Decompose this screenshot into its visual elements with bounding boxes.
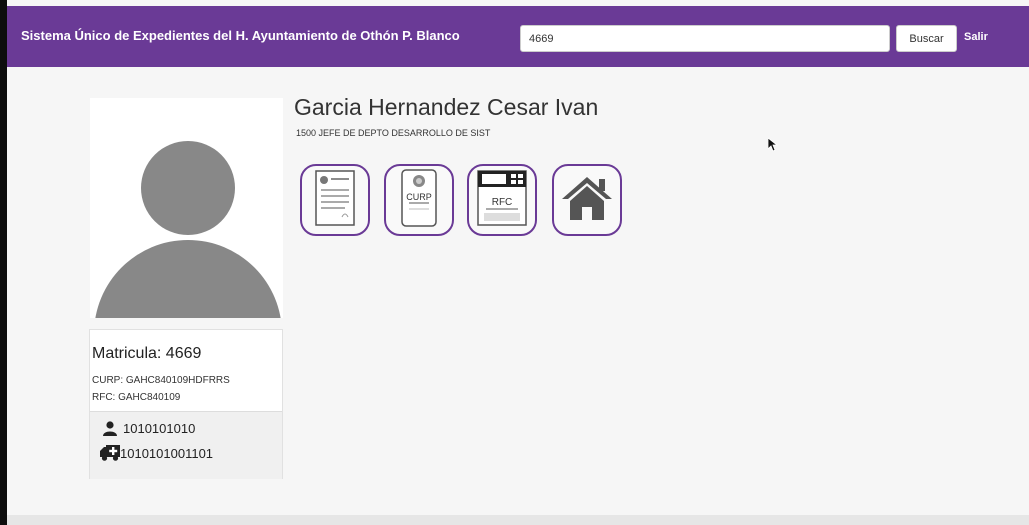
rfc-label: RFC: GAHC840109	[92, 392, 181, 403]
search-button[interactable]: Buscar	[896, 25, 957, 52]
search-input[interactable]	[520, 25, 890, 52]
rfc-card-text: RFC	[492, 197, 513, 208]
phone-row: 1010101010	[102, 421, 195, 436]
navbar: Sistema Único de Expedientes del H. Ayun…	[7, 6, 1029, 67]
house-icon	[560, 175, 614, 226]
profile-photo	[90, 98, 283, 318]
avatar-body	[94, 240, 282, 318]
curp-card-icon: CURP	[401, 168, 437, 232]
logout-link[interactable]: Salir	[964, 31, 988, 43]
employee-position: 1500 JEFE DE DEPTO DESARROLLO DE SIST	[296, 128, 491, 138]
curp-label: CURP: GAHC840109HDFRRS	[92, 375, 230, 386]
rfc-button[interactable]: RFC	[467, 164, 537, 236]
address-button[interactable]	[552, 164, 622, 236]
nss-number: 1010101001101	[120, 445, 214, 461]
window-edge	[0, 0, 7, 525]
ambulance-icon	[100, 445, 120, 461]
matricula-label: Matricula: 4669	[92, 345, 202, 362]
rfc-card-icon: RFC	[476, 169, 528, 232]
bottom-shade	[7, 515, 1029, 525]
document-button[interactable]	[300, 164, 370, 236]
mouse-cursor-icon	[767, 137, 779, 157]
brand-title[interactable]: Sistema Único de Expedientes del H. Ayun…	[21, 28, 460, 43]
phone-number: 1010101010	[123, 421, 196, 436]
profile-card: Matricula: 4669 CURP: GAHC840109HDFRRS R…	[89, 329, 283, 479]
employee-name: Garcia Hernandez Cesar Ivan	[294, 94, 599, 120]
avatar-head	[141, 141, 235, 235]
document-icon	[315, 169, 355, 231]
contact-info: 1010101010 1010101001101	[90, 411, 282, 479]
curp-button[interactable]: CURP	[384, 164, 454, 236]
nss-row: 1010101001101	[100, 445, 213, 461]
curp-card-text: CURP	[406, 192, 432, 202]
user-icon	[102, 421, 118, 436]
